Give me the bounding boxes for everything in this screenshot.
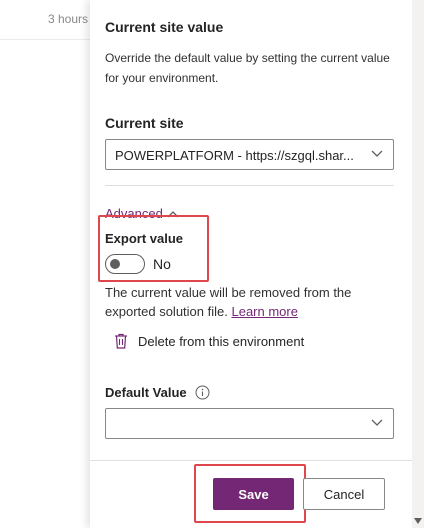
export-description-text: The current value will be removed from t… — [105, 285, 352, 319]
trash-icon — [115, 333, 127, 349]
row-modified-time: 3 hours — [48, 12, 89, 26]
current-site-selected-value: POWERPLATFORM - https://szgql.shar... — [115, 148, 354, 163]
toggle-knob — [110, 259, 120, 269]
default-value-label: Default Value — [105, 385, 187, 400]
info-icon[interactable] — [195, 385, 210, 400]
panel-footer: Save Cancel — [90, 460, 412, 528]
delete-from-environment-button[interactable]: Delete from this environment — [114, 333, 304, 349]
current-site-value-heading: Current site value — [105, 19, 224, 35]
scroll-down-arrow-icon[interactable] — [414, 518, 422, 524]
current-site-dropdown[interactable]: POWERPLATFORM - https://szgql.shar... — [105, 139, 394, 170]
delete-label: Delete from this environment — [138, 333, 305, 349]
section-divider — [105, 185, 394, 186]
background-list-row[interactable]: 3 hours — [0, 0, 90, 40]
learn-more-link[interactable]: Learn more — [231, 304, 297, 319]
background-page: 3 hours — [0, 0, 90, 528]
export-value-description: The current value will be removed from t… — [105, 283, 395, 321]
default-value-dropdown[interactable] — [105, 408, 394, 439]
export-value-label: Export value — [105, 231, 184, 246]
environment-variable-panel: Current site value Override the default … — [90, 0, 412, 528]
chevron-down-icon — [371, 150, 383, 157]
current-site-label: Current site — [105, 115, 184, 131]
cancel-button[interactable]: Cancel — [303, 478, 385, 510]
default-value-label-row: Default Value — [105, 385, 210, 400]
export-value-toggle[interactable] — [105, 254, 145, 274]
chevron-down-icon — [371, 419, 383, 426]
panel-scrollbar[interactable] — [412, 0, 424, 528]
export-value-state: No — [153, 256, 171, 272]
save-button[interactable]: Save — [213, 478, 294, 510]
current-site-value-description: Override the default value by setting th… — [105, 51, 390, 85]
